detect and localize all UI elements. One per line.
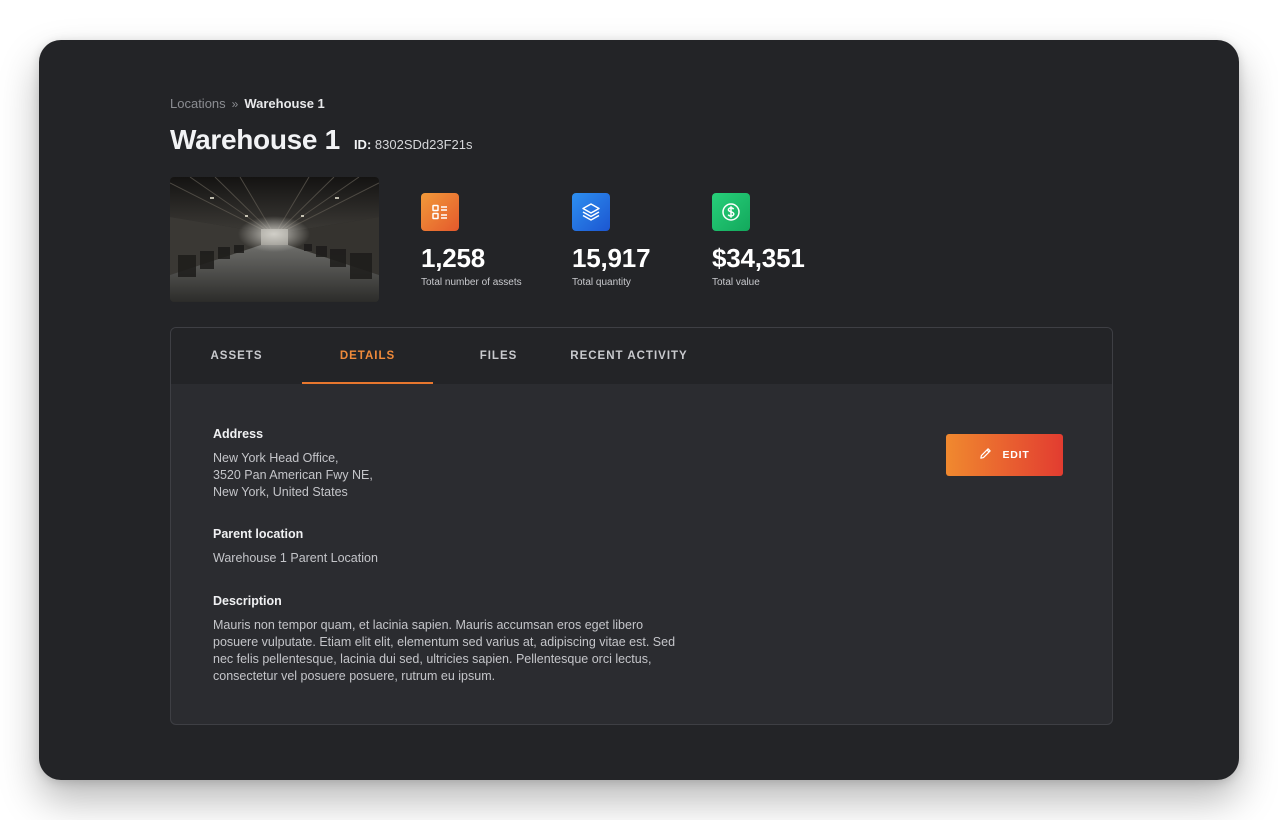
warehouse-photo: [170, 177, 379, 302]
layers-icon: [572, 193, 610, 231]
edit-button-label: EDIT: [1002, 449, 1030, 461]
stat-value: $34,351: [712, 243, 805, 273]
parent-location-heading: Parent location: [213, 527, 304, 541]
stat-label: Total quantity: [572, 277, 631, 288]
title-row: Warehouse 1 ID: 8302SDd23F21s: [170, 124, 472, 156]
description-section: Description Mauris non tempor quam, et l…: [213, 594, 675, 685]
app-window: Locations » Warehouse 1 Warehouse 1 ID: …: [39, 40, 1239, 780]
address-line: New York Head Office,: [213, 451, 339, 465]
breadcrumb-locations-link[interactable]: Locations: [170, 96, 226, 111]
page-title: Warehouse 1: [170, 124, 340, 155]
tab-bar: ASSETS DETAILS FILES RECENT ACTIVITY: [171, 328, 1112, 384]
address-value: New York Head Office, 3520 Pan American …: [213, 450, 373, 501]
description-line: nec felis pellentesque, lacinia dui sed,…: [213, 652, 652, 666]
details-card: ASSETS DETAILS FILES RECENT ACTIVITY Add…: [170, 327, 1113, 725]
dollar-icon: [712, 193, 750, 231]
parent-location-section: Parent location Warehouse 1 Parent Locat…: [213, 527, 378, 567]
stat-value: 1,258: [421, 243, 486, 273]
location-id-value: 8302SDd23F21s: [374, 137, 473, 152]
stat-total-assets: 1,258 Total number of assets: [421, 193, 522, 288]
breadcrumb-current: Warehouse 1: [244, 96, 325, 111]
edit-button[interactable]: EDIT: [946, 434, 1063, 476]
stat-total-value: $34,351 Total value: [712, 193, 805, 288]
address-section: Address New York Head Office, 3520 Pan A…: [213, 427, 373, 501]
tab-assets[interactable]: ASSETS: [171, 328, 302, 384]
description-value: Mauris non tempor quam, et lacinia sapie…: [213, 617, 675, 685]
description-heading: Description: [213, 594, 282, 608]
description-line: Mauris non tempor quam, et lacinia sapie…: [213, 618, 644, 632]
address-heading: Address: [213, 427, 264, 441]
tab-recent-activity[interactable]: RECENT ACTIVITY: [564, 328, 694, 384]
parent-location-value: Warehouse 1 Parent Location: [213, 551, 378, 565]
list-icon: [421, 193, 459, 231]
stat-label: Total number of assets: [421, 277, 522, 288]
location-id: ID: 8302SDd23F21s: [354, 137, 473, 152]
stat-label: Total value: [712, 277, 760, 288]
breadcrumb-separator-icon: »: [231, 96, 239, 111]
tab-details[interactable]: DETAILS: [302, 328, 433, 384]
tab-files[interactable]: FILES: [433, 328, 564, 384]
description-line: consectetur vel posuere posuere, rutrum …: [213, 669, 496, 683]
description-line: posuere vulputate. Etiam elit elit, elem…: [213, 635, 676, 649]
pencil-icon: [979, 447, 992, 463]
location-id-label: ID:: [353, 137, 372, 152]
stat-value: 15,917: [572, 243, 651, 273]
breadcrumb: Locations » Warehouse 1: [170, 96, 325, 111]
address-line: 3520 Pan American Fwy NE,: [213, 468, 373, 482]
stat-total-quantity: 15,917 Total quantity: [572, 193, 651, 288]
address-line: New York, United States: [213, 485, 348, 499]
